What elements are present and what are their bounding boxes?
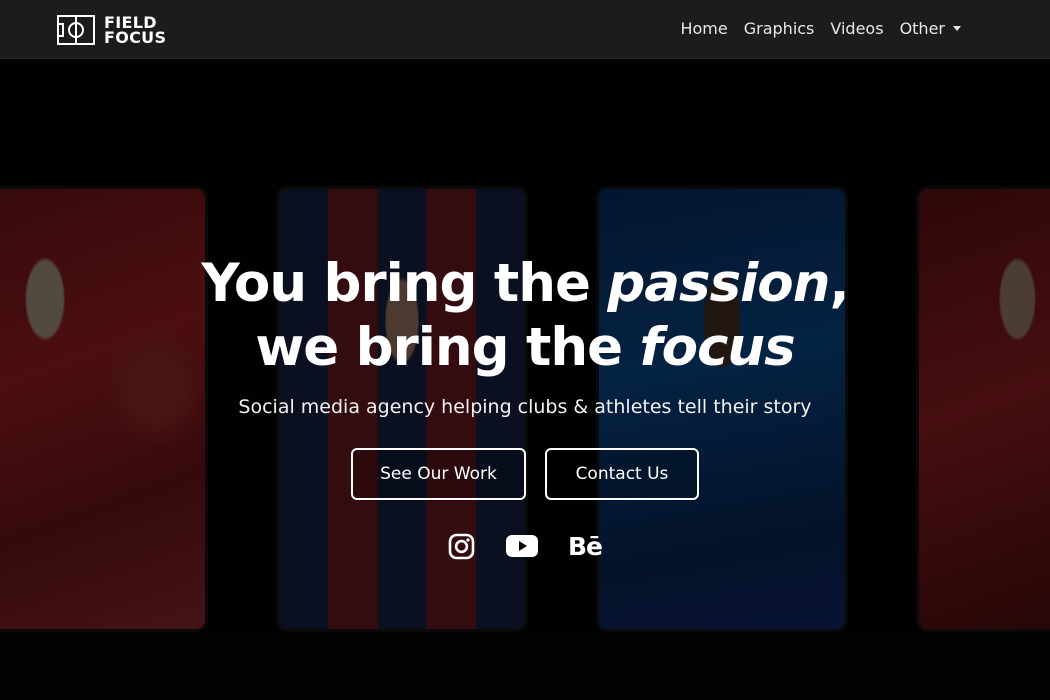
headline-emphasis-focus: focus bbox=[639, 317, 796, 378]
nav-item-other-label: Other bbox=[899, 19, 945, 38]
brand-logo[interactable]: FIELD FOCUS bbox=[57, 14, 166, 46]
instagram-icon[interactable] bbox=[448, 532, 475, 560]
nav-item-home[interactable]: Home bbox=[680, 19, 727, 38]
nav-item-other-dropdown[interactable]: Other bbox=[900, 19, 961, 38]
navbar: FIELD FOCUS Home Graphics Videos Other bbox=[0, 0, 1050, 59]
brand-name: FIELD FOCUS bbox=[104, 15, 167, 47]
headline-comma: , bbox=[829, 253, 849, 314]
brand-line-2: FOCUS bbox=[104, 28, 167, 47]
nav-item-videos[interactable]: Videos bbox=[830, 19, 883, 38]
contact-us-button[interactable]: Contact Us bbox=[545, 448, 699, 500]
hero-section: You bring the passion, we bring the focu… bbox=[0, 59, 1050, 700]
caret-down-icon bbox=[953, 26, 961, 31]
behance-icon[interactable]: Bē bbox=[568, 532, 604, 561]
headline-text-1: You bring the bbox=[201, 253, 608, 314]
hero-headline: You bring the passion, we bring the focu… bbox=[0, 252, 1050, 380]
nav-item-graphics[interactable]: Graphics bbox=[744, 19, 815, 38]
headline-text-2: we bring the bbox=[255, 317, 640, 378]
headline-line-2: we bring the focus bbox=[0, 316, 1050, 380]
see-our-work-button[interactable]: See Our Work bbox=[351, 448, 526, 500]
youtube-icon[interactable] bbox=[506, 532, 538, 560]
nav-links: Home Graphics Videos Other bbox=[664, 19, 961, 38]
headline-emphasis-passion: passion bbox=[607, 253, 830, 314]
headline-line-1: You bring the passion, bbox=[0, 252, 1050, 316]
social-links: Bē bbox=[0, 532, 1050, 562]
hero-subtitle: Social media agency helping clubs & athl… bbox=[238, 396, 812, 418]
field-pitch-icon bbox=[57, 15, 95, 45]
